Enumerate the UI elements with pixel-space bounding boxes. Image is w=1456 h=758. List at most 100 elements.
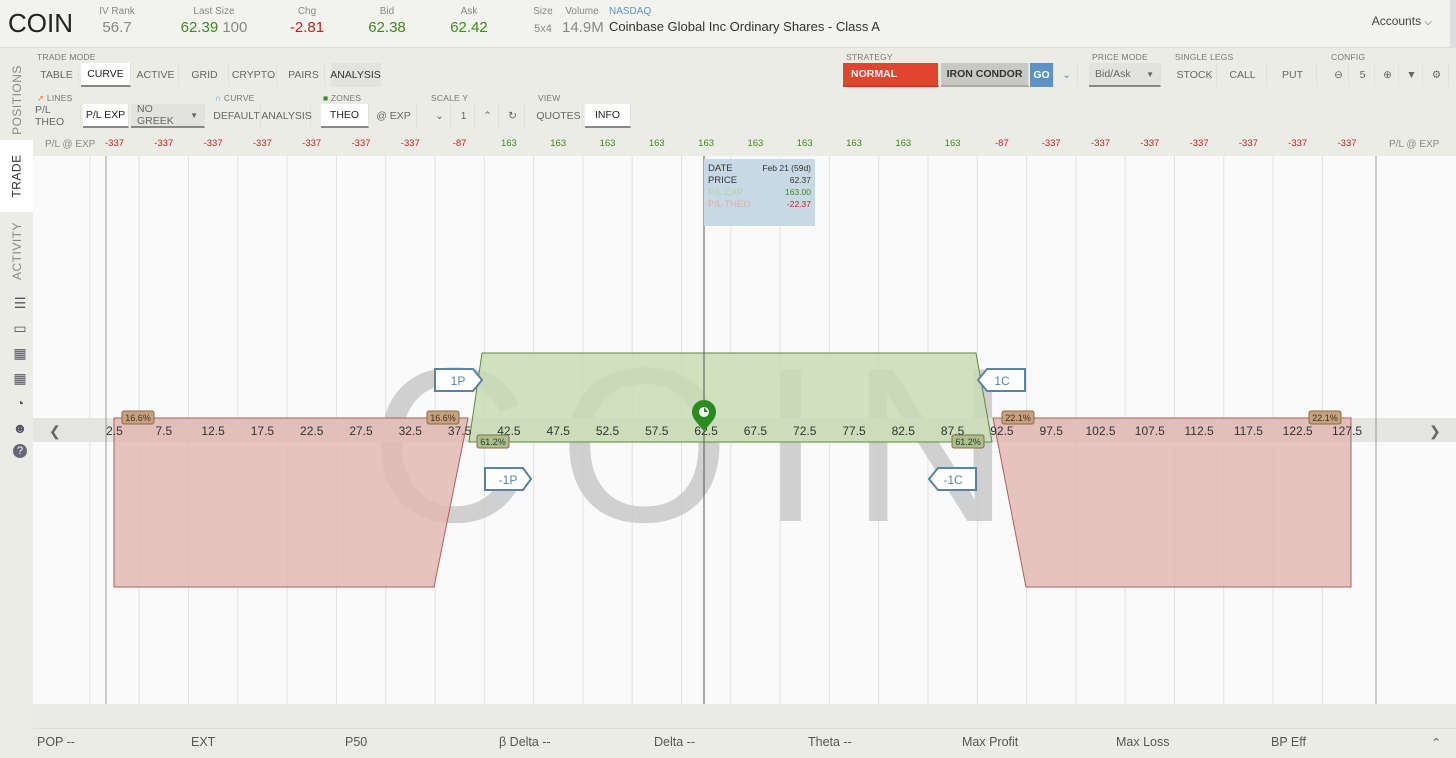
scroll-left-icon[interactable]: ❮ [49,423,61,440]
change: Chg -2.81 [287,6,327,36]
lines-label: ➚ LINES [37,93,72,104]
pl-value: -337 [1337,138,1357,149]
x-tick-label: 122.5 [1283,424,1313,438]
x-tick-label: 117.5 [1234,424,1263,438]
chart-icon[interactable]: ▦ [11,344,29,362]
zoom-out-button[interactable]: ⊖ [1329,63,1349,87]
users-icon[interactable]: ☻ [11,419,29,437]
size: Size 5x4 [532,6,554,35]
info-pl-theo-label: P/L THEO [708,199,751,210]
pl-value: 163 [846,138,862,149]
leg-1p[interactable]: 1P [434,368,484,392]
trade-mode-grid[interactable]: GRID [181,63,229,87]
x-tick-label: 107.5 [1135,424,1165,438]
sidebar: POSITIONS TRADE ACTIVITY ☰ ▭ ▦ ▦ ◔ ☻ ? [0,48,33,758]
zones-label-text: ZONES [330,93,362,103]
info-price-label: PRICE [708,175,738,186]
trade-mode-analysis[interactable]: ANALYSIS [330,63,381,87]
info-tooltip: DATE Feb 21 (59d) PRICE 62.37 P/L EXP 16… [704,159,815,226]
leg-call[interactable]: CALL [1219,63,1267,87]
tv-icon[interactable]: ▭ [11,319,29,337]
leg-1c[interactable]: 1C [976,368,1026,392]
probability-label: 22.1% [1308,410,1342,425]
pl-value: 163 [796,138,813,149]
tab-trade-label: TRADE [9,154,24,198]
accounts-dropdown[interactable]: Accounts ⌵ [1372,14,1432,28]
strategy-iron-condor[interactable]: IRON CONDOR [941,63,1029,87]
probability-label: 61.2% [476,434,510,449]
leg-minus-1c[interactable]: -1C [927,467,977,491]
bid-label: Bid [379,6,395,17]
pl-value: -337 [1041,138,1061,149]
last-size: Last Size 62.39 100 [176,6,252,36]
lines-pl-theo[interactable]: P/L THEO [35,104,81,128]
zones-label: ■ ZONES [323,93,361,103]
probability-label: 61.2% [951,434,985,449]
grid-icon[interactable]: ▦ [11,369,29,387]
symbol[interactable]: COIN [8,8,73,39]
go-button[interactable]: GO [1030,63,1054,87]
tab-trade[interactable]: TRADE [0,140,33,212]
leg-put[interactable]: PUT [1269,63,1317,87]
lines-pl-exp[interactable]: P/L EXP [83,104,129,128]
price-mode-select[interactable]: Bid/Ask ▼ [1089,63,1161,87]
x-tick-label: 127.5 [1332,424,1362,438]
price-mode-value: Bid/Ask [1095,68,1131,80]
view-info[interactable]: INFO [585,104,631,128]
bid: Bid 62.38 [366,6,408,36]
pl-exp-row: P/L @ EXP P/L @ EXP -337 -337 -337 -337 -337… [33,134,1456,156]
lines-label-text: LINES [46,93,73,103]
leg-minus-1p[interactable]: -1P [484,467,533,491]
quote-header: COIN IV Rank 56.7 Last Size 62.39 100 Ch… [0,0,1456,48]
info-price-value: 62.37 [789,175,811,185]
chart-svg: COIN 2.5 7.5 12.5 17.5 22.5 27.5 32.5 37.5 42.5 4… [33,156,1456,704]
pl-value: 163 [648,138,665,149]
trade-mode-curve[interactable]: CURVE [81,63,131,87]
gauge-icon[interactable]: ◔ [11,394,29,412]
filter-button[interactable]: ▼ [1401,63,1423,87]
iv-rank-label: IV Rank [99,6,135,17]
tab-positions[interactable]: POSITIONS [0,62,33,138]
x-tick-label: 47.5 [547,424,571,438]
strategy-dropdown[interactable]: ⌄ [1056,63,1078,87]
greek-select[interactable]: NO GREEK ▼ [131,103,205,128]
zones-exp[interactable]: @ EXP [371,104,417,128]
settings-button[interactable]: ⚙ [1425,63,1449,87]
x-tick-label: 72.5 [793,424,817,438]
volume-value: 14.9M [562,19,604,36]
x-tick-label: 52.5 [596,424,620,438]
scale-down-button[interactable]: ⌄ [429,104,451,128]
zones-theo[interactable]: THEO [321,104,369,128]
trade-mode-pairs[interactable]: PAIRS [283,63,325,87]
view-label: VIEW [538,93,561,103]
info-pl-exp-value: 163.00 [785,187,811,197]
pl-chart[interactable]: COIN 2.5 7.5 12.5 17.5 22.5 27.5 32.5 37.5 42.5 4… [33,156,1456,704]
trade-mode-crypto[interactable]: CRYPTO [231,63,277,87]
view-quotes[interactable]: QUOTES [535,104,583,128]
refresh-button[interactable]: ↻ [501,104,525,128]
chevron-up-icon[interactable]: ⌃ [1431,735,1441,750]
svg-text:16.6%: 16.6% [430,413,456,423]
curve-default[interactable]: DEFAULT [213,104,261,128]
chevron-down-icon: ▼ [1146,69,1154,79]
trade-mode-table[interactable]: TABLE [35,63,79,87]
leg-minus-1c-label: -1C [943,473,963,487]
strategy-normal[interactable]: NORMAL [843,63,939,87]
filter-icon: ▼ [1406,69,1417,81]
curve-analysis[interactable]: ANALYSIS [261,104,312,128]
trade-mode-active[interactable]: ACTIVE [133,63,179,87]
pl-value: -337 [203,138,223,149]
zoom-in-button[interactable]: ⊕ [1377,63,1399,87]
scale-up-button[interactable]: ⌃ [477,104,499,128]
list-icon[interactable]: ☰ [11,294,29,312]
scroll-right-icon[interactable]: ❯ [1429,423,1441,440]
config-value: 5 [1351,63,1375,87]
scale-y-label: SCALE Y [431,93,469,103]
leg-stock[interactable]: STOCK [1173,63,1217,87]
chart-scrollbar-strip[interactable] [33,704,1456,728]
svg-text:16.6%: 16.6% [125,413,151,423]
help-icon[interactable]: ? [13,444,27,458]
refresh-icon: ↻ [508,110,517,122]
pl-value: 163 [895,138,912,149]
tab-activity[interactable]: ACTIVITY [0,216,33,286]
